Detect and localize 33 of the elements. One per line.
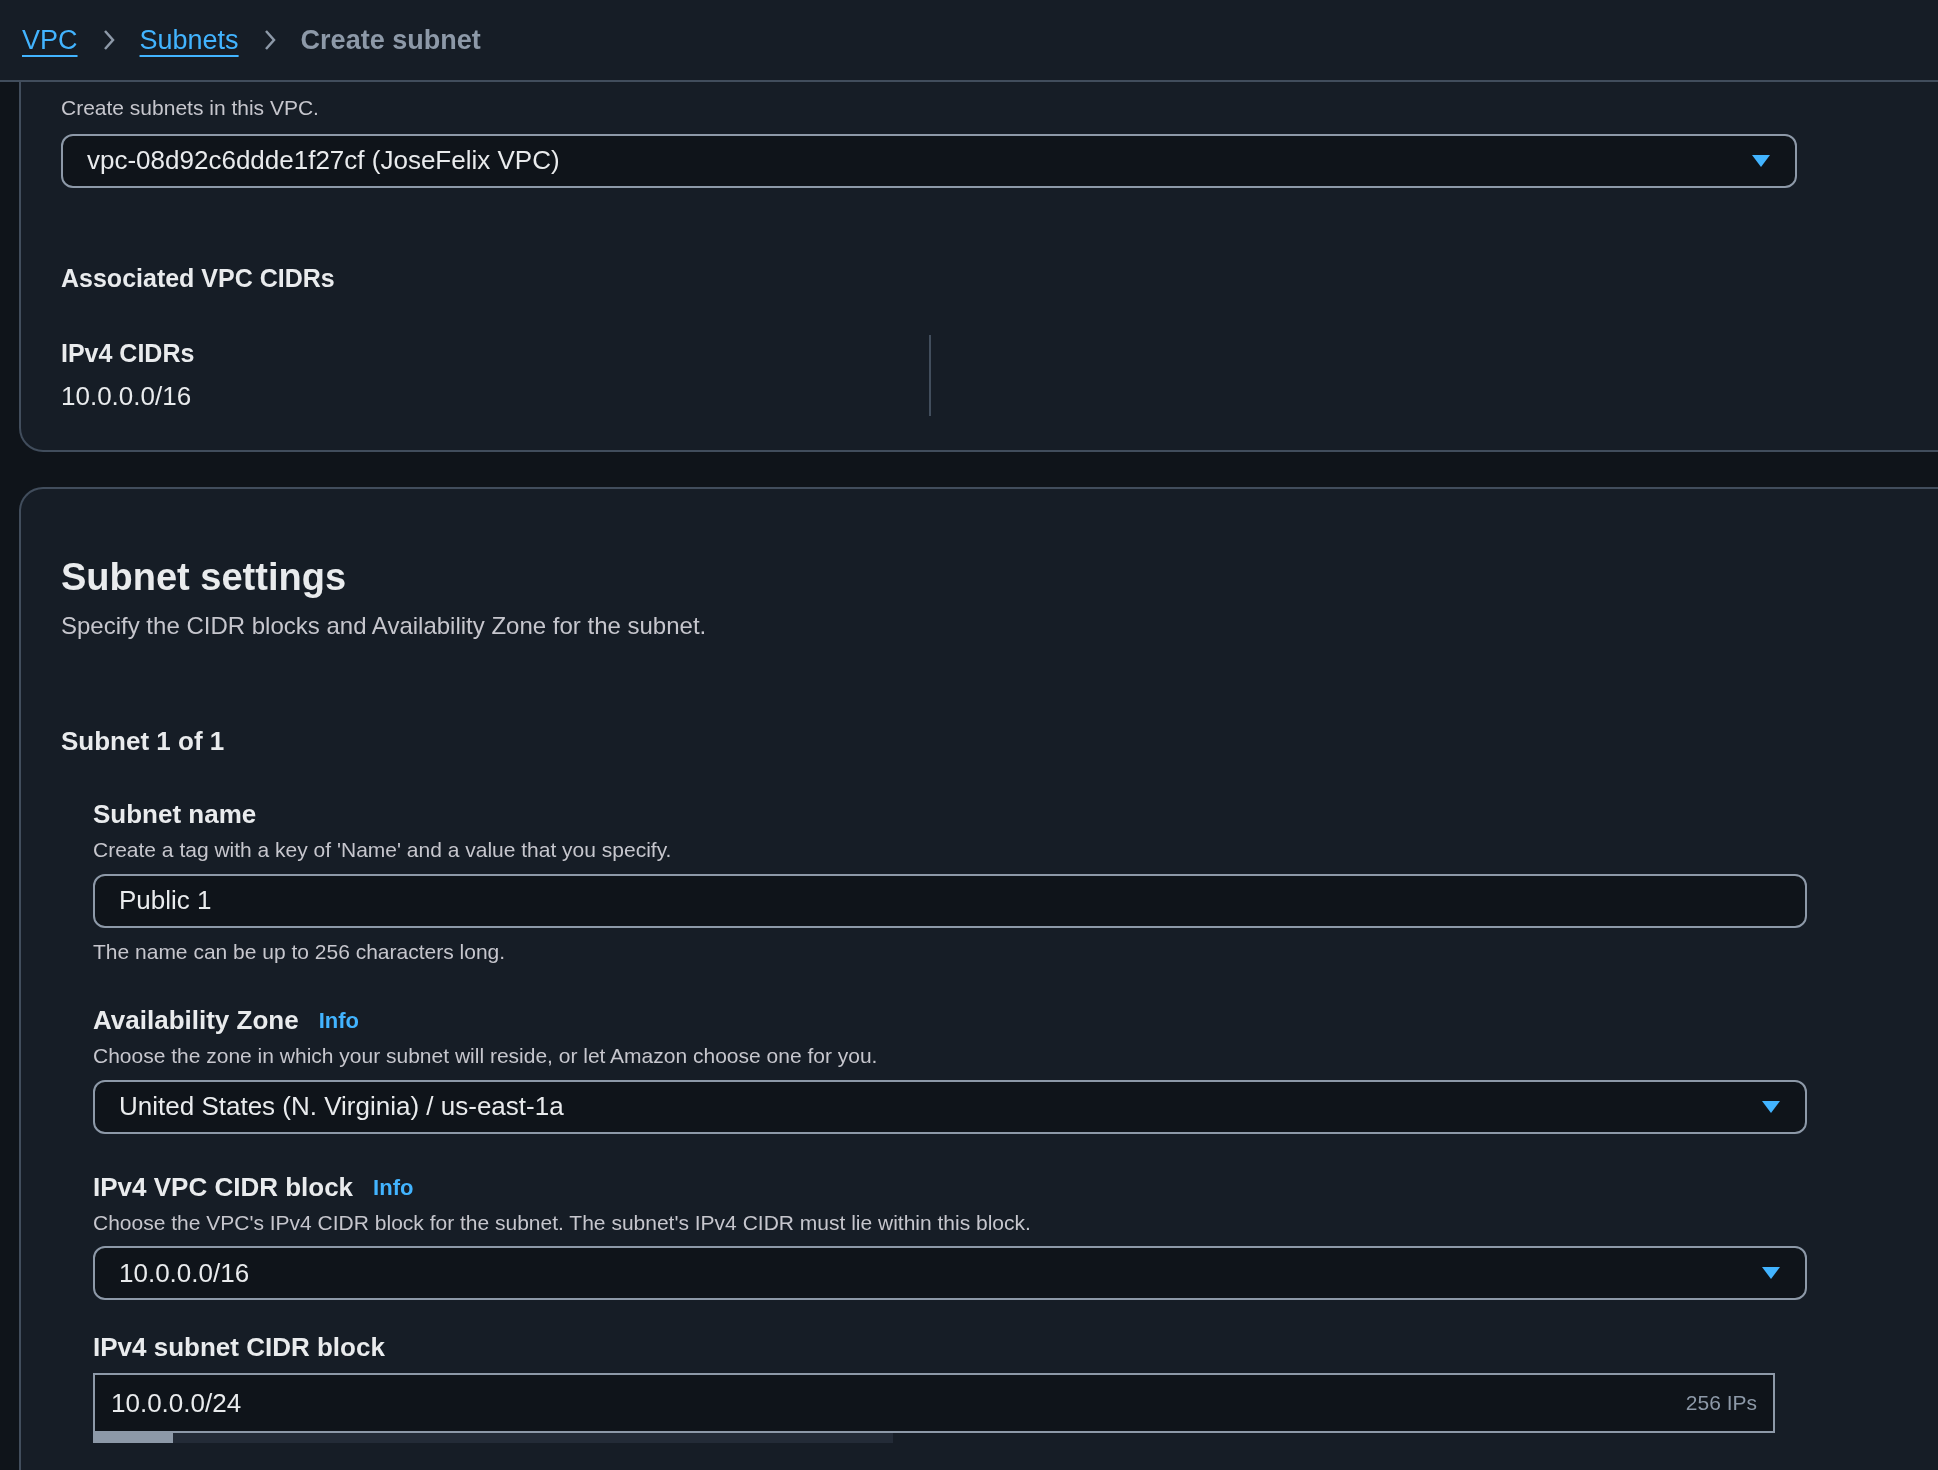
field-description: Create a tag with a key of 'Name' and a value that you specify.	[93, 837, 673, 863]
chevron-right-icon	[262, 29, 277, 51]
subnet-counter: Subnet 1 of 1	[61, 725, 226, 758]
info-link[interactable]: Info	[373, 1170, 414, 1204]
dropdown-select[interactable]: United States (N. Virginia) / us-east-1a	[93, 1079, 1807, 1134]
section-heading: Associated VPC CIDRs	[61, 262, 336, 294]
vpc-description: Create subnets in this VPC.	[61, 95, 320, 121]
field-label: Subnet name	[93, 798, 257, 831]
field-label: Availability Zone	[93, 1004, 299, 1037]
panel-description: Specify the CIDR blocks and Availability Zone for the subnet.	[61, 611, 708, 641]
chevron-right-icon	[101, 29, 116, 51]
caret-down-icon	[1761, 1099, 1781, 1114]
caret-down-icon	[1751, 153, 1771, 168]
cidr-value: 10.0.0.0/16	[61, 379, 193, 413]
slider-thumb[interactable]	[93, 1433, 173, 1443]
cidr-label: IPv4 CIDRs	[61, 338, 196, 369]
cidr-slider[interactable]	[93, 1433, 893, 1443]
cidr-field[interactable]: 10.0.0.0/24 256 IPs	[93, 1373, 1775, 1433]
field-label: IPv4 VPC CIDR block	[93, 1170, 354, 1204]
caret-down-icon	[1761, 1266, 1781, 1280]
subnet-name-field[interactable]: Public 1	[93, 873, 1807, 928]
field-hint: The name can be up to 256 characters long.	[93, 938, 507, 965]
vpc-select[interactable]: vpc-08d92c6ddde1f27cf (JoseFelix VPC)	[61, 133, 1797, 188]
breadcrumb-link[interactable]: Subnets	[139, 19, 239, 61]
ip-count: 256 IPs	[1685, 1390, 1757, 1417]
breadcrumb-current: Create subnet	[300, 23, 481, 57]
breadcrumb-link[interactable]: VPC	[22, 19, 78, 61]
field-description: Choose the VPC's IPv4 CIDR block for the subnet. The subnet's IPv4 CIDR must lie within this block.	[93, 1209, 1032, 1236]
panel-title: Subnet settings	[61, 555, 348, 600]
info-link[interactable]: Info	[318, 1004, 359, 1037]
field-description: Choose the zone in which your subnet will reside, or let Amazon choose one for you.	[93, 1043, 879, 1069]
field-label: IPv4 subnet CIDR block	[93, 1331, 385, 1364]
dropdown-select[interactable]: 10.0.0.0/16	[93, 1246, 1807, 1300]
